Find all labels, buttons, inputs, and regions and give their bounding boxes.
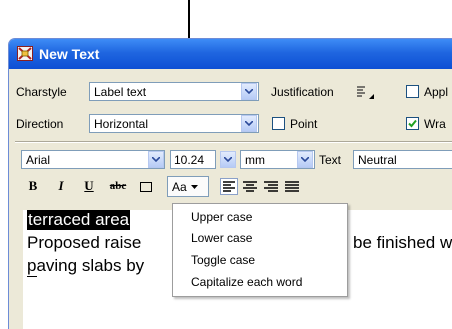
wrap-checkbox[interactable] [406,117,419,130]
chevron-down-icon [245,121,253,126]
chevron-down-icon [224,157,232,162]
apply-checkbox[interactable] [406,85,419,98]
justification-icon[interactable] [356,85,376,101]
unit-dropdown-button[interactable] [297,151,313,168]
case-dropdown-menu: Upper case Lower case Toggle case Capita… [172,203,348,297]
chevron-down-icon [190,184,198,189]
menu-item-capitalize-each-word[interactable]: Capitalize each word [191,275,302,289]
charstyle-select[interactable]: Label text [89,82,259,101]
size-value: 10.24 [174,153,205,167]
align-justify-icon[interactable] [283,178,301,195]
editor-line-2: Proposed raise [27,233,142,252]
menu-item-toggle-case[interactable]: Toggle case [191,253,255,267]
divider-highlight [15,142,452,143]
chevron-down-icon [152,157,160,162]
direction-label: Direction [16,117,64,131]
text-value: Neutral [358,153,397,167]
chevron-down-icon [245,89,253,94]
window-title: New Text [39,46,100,62]
title-bar: New Text [9,39,452,69]
editor-line-2-right: be finished w [353,233,452,252]
charstyle-dropdown-button[interactable] [241,83,257,100]
selected-text: terraced area [27,210,131,230]
case-menu-button[interactable]: Aa [167,176,209,197]
frame-button-icon[interactable] [140,182,152,192]
size-dropdown-button[interactable] [220,151,236,168]
chevron-down-icon [301,157,309,162]
wrap-label: Wra [424,117,446,131]
justification-label: Justification [271,85,334,99]
font-select[interactable]: Arial [21,150,165,169]
point-checkbox[interactable] [272,117,285,130]
checkmark-icon [408,119,417,128]
text-label: Text [319,153,342,167]
size-input[interactable]: 10.24 [170,150,216,169]
charstyle-label: Charstyle [16,85,67,99]
direction-select[interactable]: Horizontal [89,114,259,133]
menu-item-upper-case[interactable]: Upper case [191,210,252,224]
strikethrough-button[interactable]: abc [105,177,131,195]
case-button-label: Aa [172,179,187,194]
align-left-icon[interactable] [220,178,238,195]
text-select[interactable]: Neutral [353,150,452,169]
align-center-icon[interactable] [241,178,259,195]
underline-button[interactable]: U [81,177,97,195]
unit-value: mm [245,153,265,167]
bold-button[interactable]: B [25,177,41,195]
font-dropdown-button[interactable] [148,151,164,168]
menu-item-lower-case[interactable]: Lower case [191,231,252,245]
editor-line-3: paving slabs by [27,256,145,275]
direction-dropdown-button[interactable] [241,115,257,132]
apply-label: Appl [424,85,449,99]
text-underline [27,276,37,277]
align-right-icon[interactable] [262,178,280,195]
point-label: Point [290,117,318,131]
app-icon [17,46,33,61]
font-value: Arial [26,153,51,167]
direction-value: Horizontal [94,117,149,131]
italic-button[interactable]: I [53,177,69,195]
charstyle-value: Label text [94,85,147,99]
